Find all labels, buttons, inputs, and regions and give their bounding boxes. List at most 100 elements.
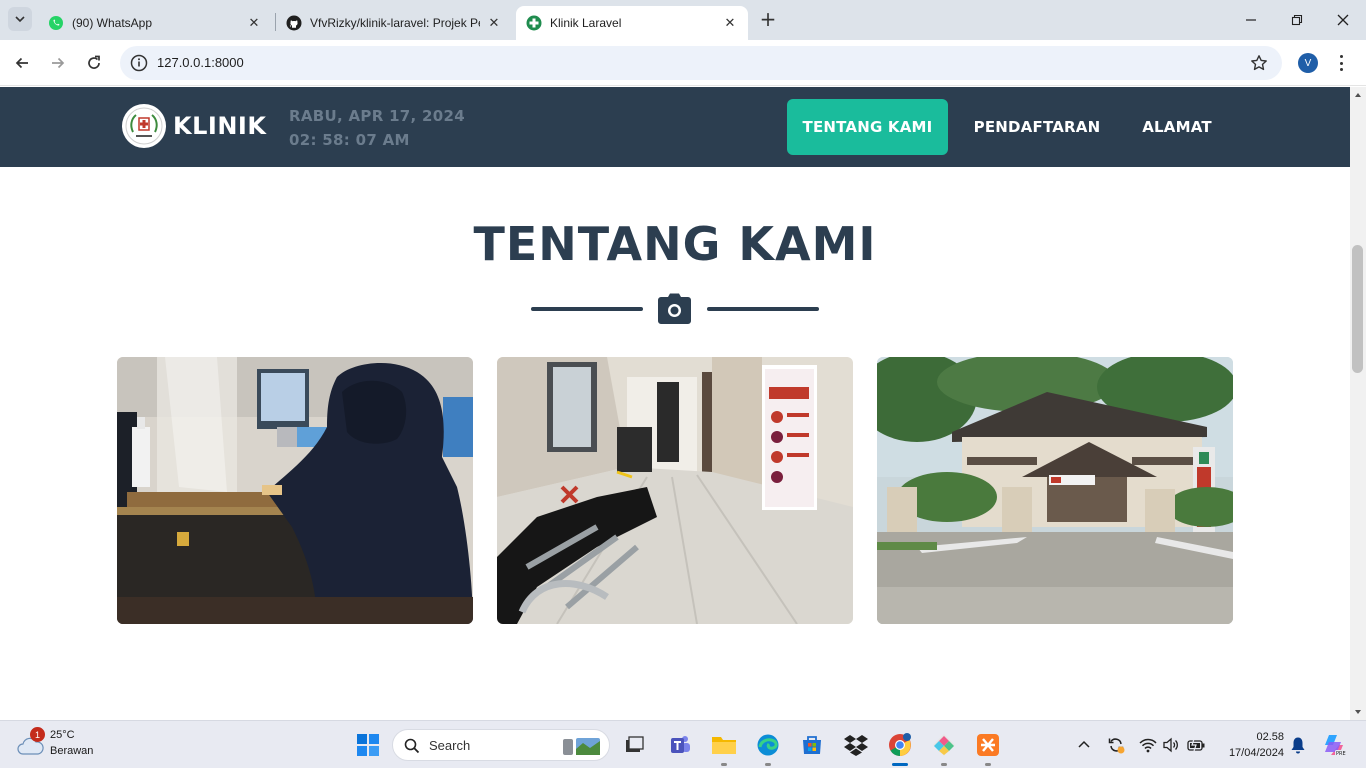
site-navbar: KLINIK RABU, APR 17, 2024 02: 58: 07 AM … <box>0 87 1350 167</box>
close-window-button[interactable] <box>1320 0 1366 40</box>
folder-icon <box>712 737 736 754</box>
chrome-button[interactable] <box>886 731 914 759</box>
app-running-indicator <box>765 763 771 766</box>
edge-icon <box>757 734 779 756</box>
xampp-icon <box>977 734 999 756</box>
tab-whatsapp[interactable]: (90) WhatsApp ✕ <box>38 6 272 40</box>
weather-condition: Berawan <box>50 745 94 757</box>
tab-github[interactable]: VfvRizky/klinik-laravel: Projek Pe ✕ <box>276 6 512 40</box>
tray-date: 17/04/2024 <box>1228 747 1284 759</box>
notifications-button[interactable] <box>1284 731 1312 759</box>
weather-widget[interactable]: 1 25°C Berawan <box>14 727 124 763</box>
divider-line-right <box>707 307 819 311</box>
tab-strip: (90) WhatsApp ✕ VfvRizky/klinik-laravel:… <box>0 0 1366 40</box>
tab-title: VfvRizky/klinik-laravel: Projek Pe <box>310 16 480 30</box>
waiting-hallway-photo[interactable] <box>497 357 853 624</box>
windows-logo-icon <box>357 734 379 756</box>
scroll-thumb[interactable] <box>1352 245 1363 373</box>
weather-temperature: 25°C <box>50 729 75 741</box>
speaker-icon <box>1163 737 1178 753</box>
forward-button[interactable] <box>46 51 70 75</box>
reload-button[interactable] <box>82 51 106 75</box>
section-title: TENTANG KAMI <box>473 217 877 271</box>
brand[interactable]: KLINIK <box>122 104 266 148</box>
page-scrollbar[interactable] <box>1350 87 1366 720</box>
camera-icon <box>658 293 691 324</box>
reception-desk-photo[interactable] <box>117 357 473 624</box>
search-highlight-icon <box>563 738 600 755</box>
volume-button[interactable] <box>1157 731 1185 759</box>
clock-time: 02: 58: 07 AM <box>289 131 410 149</box>
url-text[interactable]: 127.0.0.1:8000 <box>157 55 244 70</box>
close-tab-icon[interactable]: ✕ <box>486 15 502 31</box>
bell-icon <box>1291 737 1305 754</box>
restore-button[interactable] <box>1274 0 1320 40</box>
battery-button[interactable] <box>1182 731 1210 759</box>
chrome-icon <box>889 733 911 756</box>
clock-date: RABU, APR 17, 2024 <box>289 107 466 125</box>
store-button[interactable] <box>798 731 826 759</box>
battery-icon <box>1187 738 1205 752</box>
address-bar[interactable]: 127.0.0.1:8000 <box>120 46 1282 80</box>
svg-text:PRE: PRE <box>1336 751 1346 757</box>
edge-button[interactable] <box>754 731 782 759</box>
tab-title: (90) WhatsApp <box>72 16 153 30</box>
tab-klinik-laravel[interactable]: Klinik Laravel ✕ <box>516 6 748 40</box>
chevron-down-icon <box>15 16 25 23</box>
minimize-button[interactable] <box>1228 0 1274 40</box>
profile-avatar[interactable]: V <box>1298 53 1318 73</box>
xampp-button[interactable] <box>974 731 1002 759</box>
divider-line-left <box>531 307 643 311</box>
git-client-icon <box>933 734 955 756</box>
start-button[interactable] <box>354 731 382 759</box>
clinic-logo-icon <box>122 104 166 148</box>
page-viewport: KLINIK RABU, APR 17, 2024 02: 58: 07 AM … <box>0 87 1350 720</box>
copilot-button[interactable]: PRE <box>1320 731 1348 759</box>
close-icon <box>1337 14 1349 26</box>
github-icon <box>286 15 302 31</box>
task-view-button[interactable] <box>620 731 648 759</box>
sync-tray-button[interactable] <box>1102 731 1130 759</box>
close-tab-icon[interactable]: ✕ <box>722 15 738 31</box>
dropbox-icon <box>844 735 868 756</box>
wifi-icon <box>1139 738 1157 753</box>
tray-time: 02.58 <box>1256 731 1284 743</box>
clinic-building-photo[interactable] <box>877 357 1233 624</box>
copilot-icon: PRE <box>1325 735 1347 757</box>
new-tab-button[interactable]: + <box>758 9 778 29</box>
search-label: Search <box>429 738 471 753</box>
tray-clock[interactable]: 02.58 17/04/2024 <box>1218 729 1284 761</box>
close-tab-icon[interactable]: ✕ <box>246 15 262 31</box>
nav-alamat[interactable]: ALAMAT <box>1126 99 1228 155</box>
app-active-indicator <box>892 763 908 766</box>
task-view-icon <box>626 736 644 752</box>
bookmark-star-icon[interactable] <box>1250 54 1268 72</box>
taskbar-search-box[interactable]: Search <box>392 729 610 761</box>
browser-toolbar: 127.0.0.1:8000 V <box>0 40 1366 86</box>
file-explorer-button[interactable] <box>710 731 738 759</box>
whatsapp-icon <box>48 15 64 31</box>
nav-pendaftaran[interactable]: PENDAFTARAN <box>956 99 1118 155</box>
tab-search-button[interactable] <box>8 7 32 31</box>
git-client-button[interactable] <box>930 731 958 759</box>
notification-badge: 1 <box>30 727 45 742</box>
nav-tentang-kami[interactable]: TENTANG KAMI <box>787 99 948 155</box>
store-icon <box>803 736 821 754</box>
app-running-indicator <box>985 763 991 766</box>
browser-menu-icon[interactable] <box>1336 52 1346 74</box>
scroll-down-arrow-icon[interactable] <box>1354 708 1362 716</box>
app-running-indicator <box>721 763 727 766</box>
tab-title: Klinik Laravel <box>550 16 622 30</box>
clinic-cross-icon <box>526 15 542 31</box>
dropbox-button[interactable] <box>842 731 870 759</box>
sync-icon <box>1108 738 1125 754</box>
show-hidden-icons-button[interactable] <box>1070 731 1098 759</box>
site-info-icon[interactable] <box>130 54 148 72</box>
back-button[interactable] <box>10 51 34 75</box>
reload-icon <box>88 55 100 69</box>
live-clock: RABU, APR 17, 2024 02: 58: 07 AM <box>289 104 465 152</box>
scroll-up-arrow-icon[interactable] <box>1354 91 1362 99</box>
minimize-icon <box>1246 19 1256 21</box>
taskbar: 1 25°C Berawan Search 02.58 17/04/2024 P… <box>0 720 1366 768</box>
teams-button[interactable] <box>666 731 694 759</box>
